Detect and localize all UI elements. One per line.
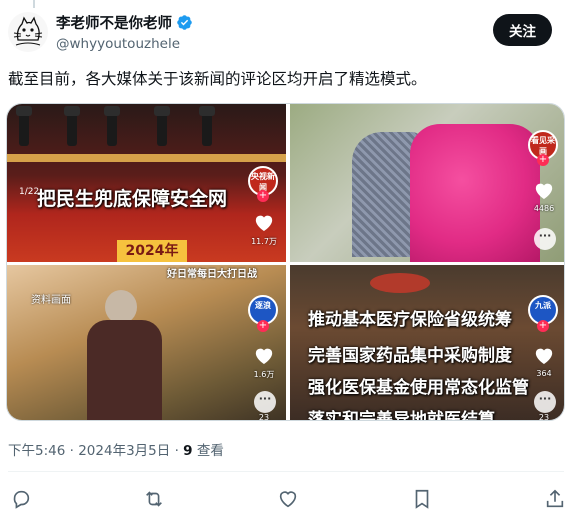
- author-display-name[interactable]: 李老师不是你老师: [56, 12, 193, 33]
- bookmark-icon: [415, 489, 429, 509]
- follow-plus-icon[interactable]: +: [537, 154, 549, 166]
- policy-line-2: 完善国家药品集中采购制度: [308, 346, 512, 366]
- more-icon[interactable]: ···: [534, 391, 556, 413]
- follow-plus-icon[interactable]: +: [257, 190, 269, 202]
- heart-icon[interactable]: [253, 212, 275, 236]
- tweet-time[interactable]: 下午5:46: [8, 443, 65, 459]
- bookmark-button[interactable]: [409, 486, 435, 512]
- heart-icon[interactable]: [533, 345, 555, 369]
- tweet-text: 截至目前，各大媒体关于该新闻的评论区均开启了精选模式。: [8, 70, 427, 88]
- policy-line-1: 推动基本医疗保险省级统筹: [308, 310, 512, 330]
- media-grid: 1/22 把民生兜底保障安全网 2024年 央视新闻 + 11.7万 看见采画 …: [6, 103, 565, 421]
- views-count: 9: [183, 443, 193, 459]
- views-label: 查看: [196, 443, 224, 459]
- reply-icon: [13, 490, 30, 509]
- heart-icon: [279, 491, 297, 508]
- archive-tag: 资料画面: [31, 295, 71, 306]
- media-image-4[interactable]: 推动基本医疗保险省级统筹 完善国家药品集中采购制度 强化医保基金使用常态化监管 …: [290, 265, 564, 421]
- like-count: 1.6万: [253, 370, 275, 379]
- display-name-text[interactable]: 李老师不是你老师: [56, 12, 172, 33]
- policy-line-4: 落实和完善异地就医结算: [308, 410, 495, 421]
- avatar[interactable]: [8, 12, 48, 52]
- tweet-date[interactable]: 2024年3月5日: [78, 443, 170, 459]
- retweet-button[interactable]: [141, 486, 167, 512]
- comment-count: 23: [258, 413, 270, 421]
- like-count: 364: [536, 369, 552, 378]
- heart-icon[interactable]: [253, 345, 275, 369]
- media-image-2[interactable]: 看见采画 + 4486 ···: [290, 104, 564, 262]
- more-icon[interactable]: ···: [534, 228, 556, 250]
- policy-line-3: 强化医保基金使用常态化监管: [308, 378, 529, 398]
- share-icon: [546, 489, 564, 508]
- divider: [8, 471, 564, 472]
- tweet-header: 李老师不是你老师 @whyyoutouzhele 关注: [8, 10, 558, 54]
- media-image-3[interactable]: 好日常每日大打日战 资料画面 逐浪 + 1.6万 ··· 23: [7, 265, 286, 421]
- heart-icon[interactable]: [533, 180, 555, 204]
- comment-count: 23: [538, 413, 550, 421]
- follow-button[interactable]: 关注: [493, 14, 552, 46]
- share-button[interactable]: [542, 486, 566, 512]
- like-count: 11.7万: [251, 237, 277, 246]
- meta-separator: ·: [69, 443, 79, 459]
- video-caption: 把民生兜底保障安全网: [37, 188, 228, 210]
- more-icon[interactable]: ···: [254, 391, 276, 413]
- tweet-meta: 下午5:46 · 2024年3月5日 · 9 查看: [8, 439, 224, 459]
- author-handle[interactable]: @whyyoutouzhele: [56, 36, 193, 52]
- top-caption: 好日常每日大打日战: [167, 269, 257, 280]
- like-button[interactable]: [275, 486, 301, 512]
- author-names: 李老师不是你老师 @whyyoutouzhele: [56, 12, 193, 52]
- elderly-person: [77, 290, 177, 420]
- pink-vest: [410, 124, 540, 262]
- meta-separator: ·: [174, 443, 184, 459]
- podium-mics: [7, 104, 286, 174]
- thread-line: [33, 0, 35, 8]
- like-count: 4486: [533, 204, 555, 213]
- follow-plus-icon[interactable]: +: [257, 320, 269, 332]
- media-image-1[interactable]: 1/22 把民生兜底保障安全网 2024年 央视新闻 + 11.7万: [7, 104, 286, 262]
- year-label: 2024年: [117, 240, 187, 262]
- reply-button[interactable]: [8, 486, 34, 512]
- action-bar: [0, 486, 566, 514]
- retweet-icon: [146, 491, 162, 507]
- verified-badge-icon[interactable]: [176, 14, 193, 31]
- follow-plus-icon[interactable]: +: [537, 320, 549, 332]
- chili-peppers: [370, 273, 430, 293]
